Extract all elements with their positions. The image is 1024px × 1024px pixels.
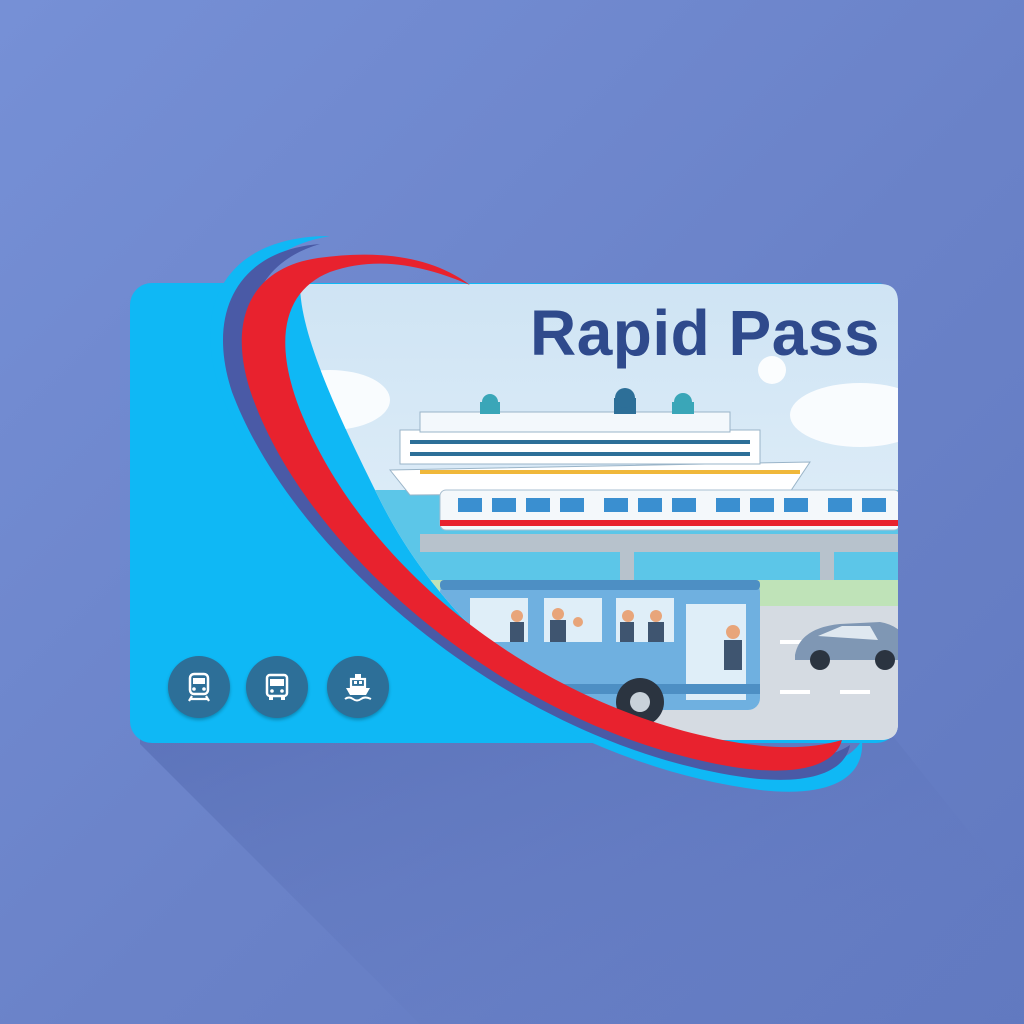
card-long-shadow xyxy=(140,720,1024,1024)
train-icon xyxy=(188,672,210,702)
train-badge xyxy=(168,656,230,718)
card-title: Rapid Pass xyxy=(529,297,880,369)
rapid-pass-card xyxy=(130,236,1024,1024)
bus-icon xyxy=(265,673,289,700)
ferry-icon xyxy=(344,674,372,702)
ferry-badge xyxy=(327,656,389,718)
bus-badge xyxy=(246,656,308,718)
metro-train xyxy=(439,489,898,531)
